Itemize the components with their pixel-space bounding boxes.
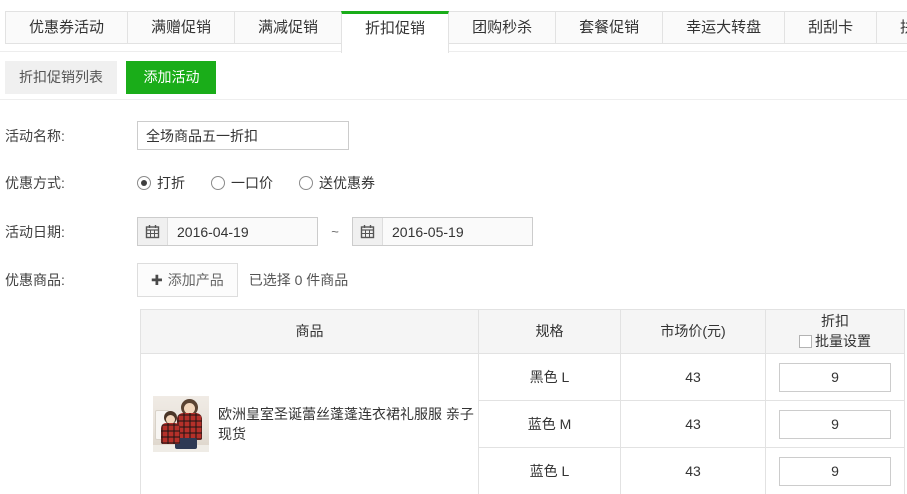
tab-full-gift[interactable]: 满赠促销 — [127, 11, 235, 44]
tab-pintuan-seckill[interactable]: 拼团秒杀 — [876, 11, 907, 44]
radio-dot-icon — [299, 176, 313, 190]
selected-count-text: 已选择 0 件商品 — [249, 270, 349, 290]
promotion-tabbar: 优惠券活动 满赠促销 满减促销 折扣促销 团购秒杀 套餐促销 幸运大转盘 刮刮卡… — [0, 0, 907, 52]
date-end-value: 2016-05-19 — [383, 224, 464, 240]
plus-icon: ✚ — [151, 272, 163, 289]
header-discount: 折扣 批量设置 — [766, 310, 905, 354]
calendar-icon[interactable] — [138, 218, 168, 245]
products-table: 商品 规格 市场价(元) 折扣 批量设置 — [140, 309, 905, 494]
tab-group-seckill[interactable]: 团购秒杀 — [448, 11, 556, 44]
radio-fixed-price[interactable]: 一口价 — [211, 173, 273, 193]
sub-tabbar: 折扣促销列表 添加活动 — [0, 52, 907, 100]
tab-discount-promotion[interactable]: 折扣促销 — [341, 11, 449, 53]
discount-input[interactable] — [779, 363, 891, 392]
tab-coupon-activity[interactable]: 优惠券活动 — [5, 11, 128, 44]
batch-set-label: 批量设置 — [815, 332, 871, 351]
radio-discount[interactable]: 打折 — [137, 173, 185, 193]
add-product-button[interactable]: ✚ 添加产品 — [137, 263, 238, 297]
price-cell: 43 — [621, 401, 766, 448]
date-start-value: 2016-04-19 — [168, 224, 249, 240]
radio-dot-icon — [211, 176, 225, 190]
discount-goods-label: 优惠商品: — [5, 270, 137, 290]
add-product-label: 添加产品 — [168, 270, 224, 290]
price-cell: 43 — [621, 448, 766, 494]
discount-method-options: 打折 一口价 送优惠券 — [137, 173, 401, 193]
spec-cell: 蓝色 M — [479, 401, 621, 448]
spec-cell: 蓝色 L — [479, 448, 621, 494]
activity-name-row: 活动名称: — [5, 121, 907, 150]
discount-input[interactable] — [779, 410, 891, 439]
header-discount-title: 折扣 — [770, 312, 900, 331]
header-price: 市场价(元) — [621, 310, 766, 354]
subtab-add-activity[interactable]: 添加活动 — [126, 61, 216, 94]
tab-package-promotion[interactable]: 套餐促销 — [555, 11, 663, 44]
activity-name-input[interactable] — [137, 121, 349, 150]
product-image — [153, 396, 209, 452]
table-row: 欧洲皇室圣诞蕾丝蓬蓬连衣裙礼服服 亲子现货 黑色 L 43 — [141, 354, 905, 401]
calendar-icon[interactable] — [353, 218, 383, 245]
subtab-discount-list[interactable]: 折扣促销列表 — [5, 61, 117, 94]
table-header-row: 商品 规格 市场价(元) 折扣 批量设置 — [141, 310, 905, 354]
tab-full-reduction[interactable]: 满减促销 — [234, 11, 342, 44]
tab-scratch-card[interactable]: 刮刮卡 — [784, 11, 877, 44]
date-range-separator: ~ — [318, 224, 352, 239]
header-spec: 规格 — [479, 310, 621, 354]
add-activity-form: 活动名称: 优惠方式: 打折 一口价 送优惠券 活动日期: — [0, 121, 907, 297]
radio-fixed-price-label: 一口价 — [231, 173, 273, 193]
spec-cell: 黑色 L — [479, 354, 621, 401]
date-start-input[interactable]: 2016-04-19 — [137, 217, 318, 246]
discount-goods-row: 优惠商品: ✚ 添加产品 已选择 0 件商品 — [5, 263, 907, 297]
discount-method-row: 优惠方式: 打折 一口价 送优惠券 — [5, 173, 907, 193]
radio-dot-icon — [137, 176, 151, 190]
activity-date-label: 活动日期: — [5, 222, 137, 242]
date-end-input[interactable]: 2016-05-19 — [352, 217, 533, 246]
product-cell: 欧洲皇室圣诞蕾丝蓬蓬连衣裙礼服服 亲子现货 — [141, 354, 479, 494]
tab-lucky-wheel[interactable]: 幸运大转盘 — [662, 11, 785, 44]
radio-give-coupon-label: 送优惠券 — [319, 173, 375, 193]
activity-date-row: 活动日期: 2016-04-19 ~ — [5, 217, 907, 246]
radio-give-coupon[interactable]: 送优惠券 — [299, 173, 375, 193]
price-cell: 43 — [621, 354, 766, 401]
header-product: 商品 — [141, 310, 479, 354]
discount-method-label: 优惠方式: — [5, 173, 137, 193]
activity-name-label: 活动名称: — [5, 126, 137, 146]
radio-discount-label: 打折 — [157, 173, 185, 193]
discount-input[interactable] — [779, 457, 891, 486]
batch-set-checkbox[interactable] — [799, 335, 812, 348]
product-title: 欧洲皇室圣诞蕾丝蓬蓬连衣裙礼服服 亲子现货 — [218, 404, 478, 444]
